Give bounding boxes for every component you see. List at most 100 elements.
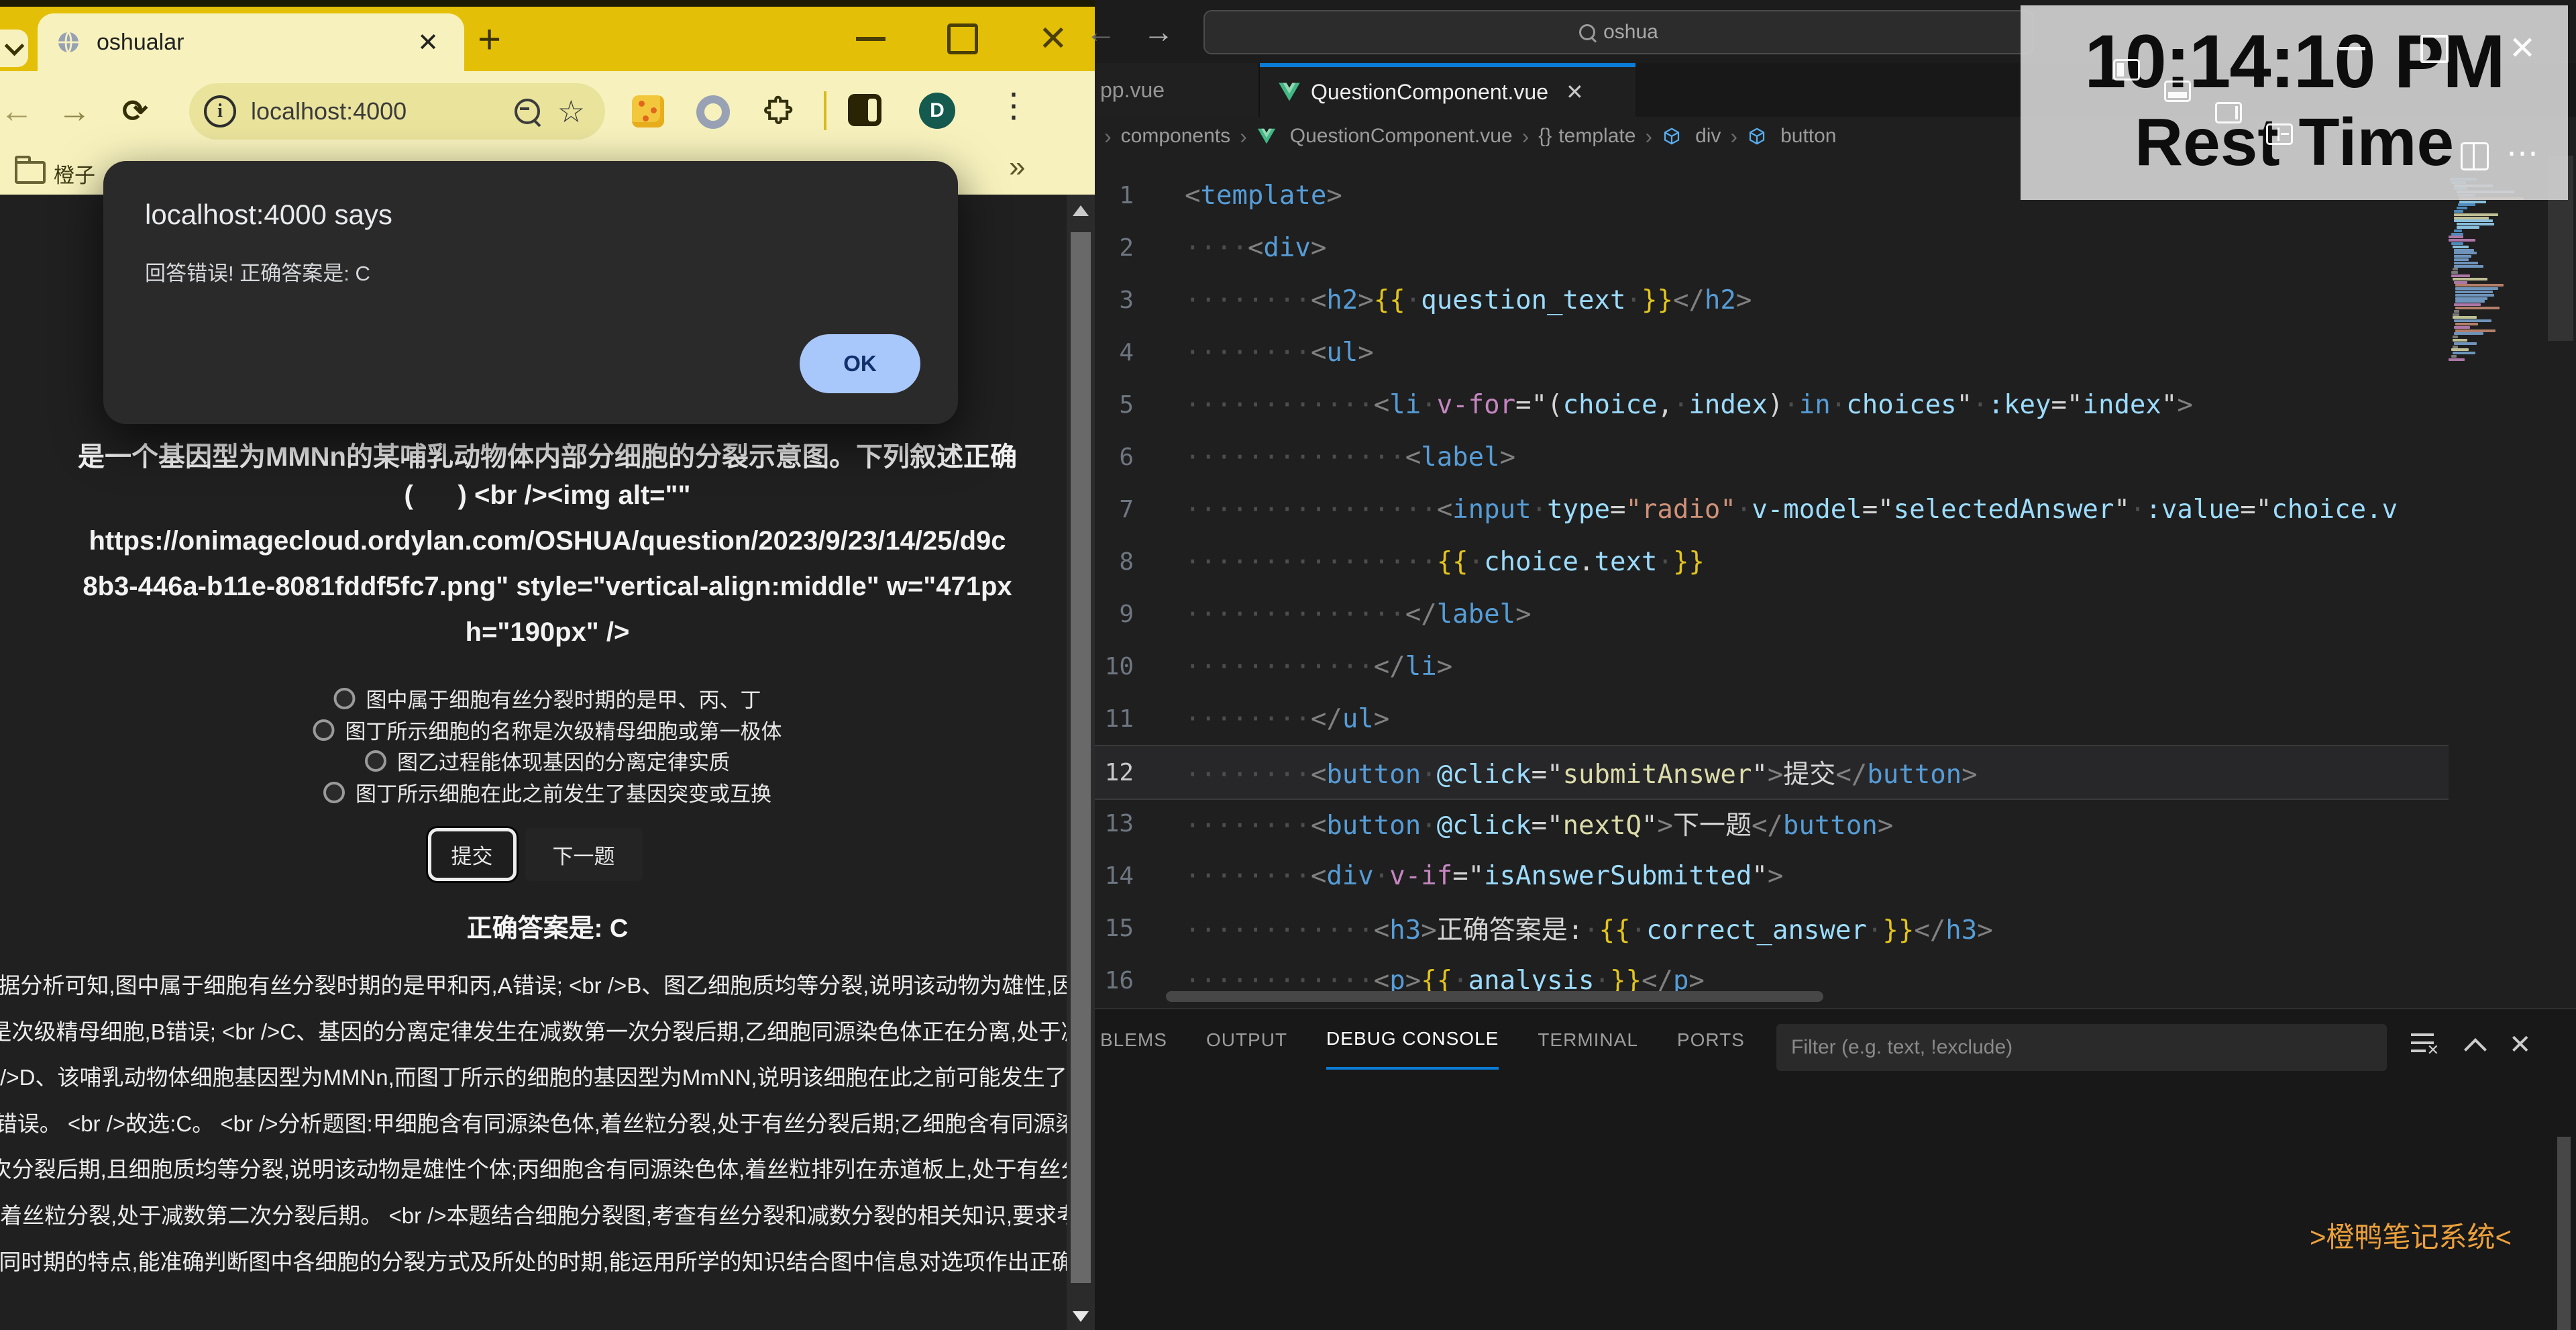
line-number: 2 bbox=[1095, 234, 1134, 262]
dialog-ok-button[interactable]: OK bbox=[800, 334, 920, 393]
filter-input[interactable] bbox=[1776, 1024, 2387, 1071]
maximize-icon bbox=[947, 23, 978, 54]
panel-tab-debug-console[interactable]: DEBUG CONSOLE bbox=[1326, 1011, 1499, 1070]
side-panel-icon[interactable] bbox=[848, 94, 881, 126]
tab-app-vue[interactable]: pp.vue bbox=[1095, 63, 1260, 117]
next-question-button[interactable]: 下一题 bbox=[525, 828, 643, 881]
panel-tab-blems[interactable]: BLEMS bbox=[1100, 1012, 1167, 1068]
chevron-up-icon[interactable] bbox=[2464, 1038, 2487, 1061]
code-line[interactable]: 6··············<label> bbox=[1095, 431, 2544, 483]
command-center-search[interactable]: oshua bbox=[1203, 10, 2034, 54]
scroll-down-icon[interactable] bbox=[1073, 1311, 1089, 1322]
code-line[interactable]: 4········<ul> bbox=[1095, 326, 2544, 378]
new-tab-button[interactable]: + bbox=[478, 16, 501, 62]
split-editor-icon[interactable] bbox=[2461, 142, 2489, 170]
code-line[interactable]: 10············</li> bbox=[1095, 640, 2544, 693]
reload-button[interactable]: ⟳ bbox=[122, 71, 148, 150]
window-close-button[interactable]: ✕ bbox=[1038, 7, 1068, 71]
window-minimize-button[interactable] bbox=[856, 7, 885, 71]
answer-option[interactable]: 图丁所示细胞在此之前发生了基因突变或互换 bbox=[323, 777, 771, 807]
url-text[interactable]: localhost:4000 bbox=[251, 97, 515, 125]
browser-scrollbar[interactable] bbox=[1067, 195, 1095, 1330]
code-line[interactable]: 8················{{·choice.text·}} bbox=[1095, 535, 2544, 588]
tab-search-button[interactable] bbox=[0, 30, 28, 67]
window-maximize-button[interactable] bbox=[947, 7, 978, 71]
tab-close-icon[interactable]: ✕ bbox=[417, 28, 439, 58]
extensions-puzzle-icon[interactable] bbox=[759, 94, 794, 129]
extension-cheese-icon[interactable] bbox=[632, 95, 664, 127]
question-line: h="190px" /> bbox=[466, 617, 630, 648]
bookmarks-overflow-icon[interactable]: » bbox=[1009, 150, 1025, 184]
question-line: https://onimagecloud.ordylan.com/OSHUA/q… bbox=[89, 526, 1006, 556]
panel-scrollbar[interactable] bbox=[2557, 1137, 2571, 1330]
vue-icon bbox=[1256, 126, 1283, 146]
code-line[interactable]: 7················<input·type="radio"·v-m… bbox=[1095, 483, 2544, 535]
code-line[interactable]: 13········<button·@click="nextQ">下一题</bu… bbox=[1095, 797, 2544, 850]
code-line[interactable]: 12········<button·@click="submitAnswer">… bbox=[1095, 745, 2544, 800]
submit-button[interactable]: 提交 bbox=[428, 828, 517, 881]
tab-questioncomponent-vue[interactable]: QuestionComponent.vue ✕ bbox=[1260, 63, 1635, 117]
panel-tab-ports[interactable]: PORTS bbox=[1677, 1012, 1745, 1068]
toggle-sidebar-icon[interactable] bbox=[2113, 59, 2140, 81]
horizontal-scrollbar[interactable] bbox=[1166, 991, 1823, 1002]
scrollbar-thumb[interactable] bbox=[1071, 232, 1091, 1283]
vscode-close-button[interactable]: ✕ bbox=[2509, 30, 2536, 67]
code-line[interactable]: 3········<h2>{{·question_text·}}</h2> bbox=[1095, 274, 2544, 326]
breadcrumb-item[interactable]: components bbox=[1121, 125, 1230, 148]
toggle-secondary-sidebar-icon[interactable] bbox=[2215, 102, 2242, 123]
scroll-up-icon[interactable] bbox=[1073, 205, 1089, 216]
chrome-menu-icon[interactable]: ⋮ bbox=[997, 86, 1030, 125]
address-bar[interactable]: i localhost:4000 ☆ bbox=[189, 83, 605, 140]
toggle-panel-icon[interactable] bbox=[2164, 81, 2191, 102]
customize-layout-icon[interactable] bbox=[2266, 123, 2293, 145]
radio-icon[interactable] bbox=[323, 782, 345, 803]
nav-forward-icon[interactable]: → bbox=[1143, 13, 1174, 50]
editor-scrollbar[interactable] bbox=[2546, 156, 2575, 1008]
answer-option[interactable]: 图丁所示细胞的名称是次级精母细胞或第一极体 bbox=[313, 715, 782, 745]
alert-dialog: localhost:4000 says 回答错误! 正确答案是: C OK bbox=[103, 161, 958, 424]
vscode-minimize-button[interactable] bbox=[2339, 47, 2365, 50]
code-line[interactable]: 15············<h3>正确答案是:·{{·correct_answ… bbox=[1095, 902, 2544, 954]
code-line[interactable]: 9··············</label> bbox=[1095, 588, 2544, 640]
minimap[interactable] bbox=[2449, 156, 2545, 1008]
radio-icon[interactable] bbox=[365, 750, 386, 772]
vscode-maximize-button[interactable] bbox=[2420, 35, 2449, 63]
code-line[interactable]: 2····<div> bbox=[1095, 221, 2544, 274]
panel-tab-output[interactable]: OUTPUT bbox=[1206, 1012, 1287, 1068]
panel-close-icon[interactable]: ✕ bbox=[2509, 1029, 2532, 1060]
chrome-window: oshualar ✕ + ✕ ← → ⟳ i localhost:4000 ☆ … bbox=[0, 0, 1095, 1330]
panel-tab-terminal[interactable]: TERMINAL bbox=[1538, 1012, 1638, 1068]
site-info-icon[interactable]: i bbox=[204, 95, 236, 127]
line-number: 16 bbox=[1095, 967, 1134, 994]
extension-ring-icon[interactable] bbox=[696, 95, 730, 129]
forward-button[interactable]: → bbox=[58, 71, 91, 150]
code-editor[interactable]: 1<template>2····<div>3········<h2>{{·que… bbox=[1095, 156, 2576, 1008]
code-line[interactable]: 11········</ul> bbox=[1095, 693, 2544, 745]
tab-close-icon[interactable]: ✕ bbox=[1566, 79, 1584, 105]
breadcrumb-item[interactable]: {}template bbox=[1538, 125, 1635, 148]
radio-icon[interactable] bbox=[334, 688, 356, 709]
nav-back-icon[interactable]: ← bbox=[1085, 13, 1116, 50]
bookmark-folder-label[interactable]: 橙子 bbox=[54, 158, 95, 189]
profile-avatar[interactable]: D bbox=[919, 93, 955, 129]
editor-more-actions-icon[interactable]: ⋯ bbox=[2506, 134, 2538, 172]
zoom-icon[interactable] bbox=[515, 99, 540, 124]
back-button[interactable]: ← bbox=[0, 71, 34, 150]
browser-tab-oshualar[interactable]: oshualar ✕ bbox=[38, 13, 464, 71]
filter-icon[interactable]: ✕ bbox=[2411, 1033, 2438, 1056]
panel-tabs: BLEMS OUTPUT DEBUG CONSOLE TERMINAL PORTS bbox=[1100, 1009, 1745, 1071]
breadcrumb-item[interactable]: div bbox=[1662, 125, 1721, 148]
bookmark-star-icon[interactable]: ☆ bbox=[557, 93, 585, 130]
breadcrumb-item[interactable]: QuestionComponent.vue bbox=[1256, 125, 1513, 148]
breadcrumb-label: div bbox=[1695, 125, 1721, 148]
line-number: 5 bbox=[1095, 391, 1134, 419]
quiz-buttons: 提交 下一题 bbox=[0, 828, 1071, 881]
dialog-message: 回答错误! 正确答案是: C bbox=[145, 256, 370, 287]
code-line[interactable]: 14········<div·v-if="isAnswerSubmitted"> bbox=[1095, 850, 2544, 902]
answer-option[interactable]: 图乙过程能体现基因的分离定律实质 bbox=[365, 746, 730, 776]
answer-option[interactable]: 图中属于细胞有丝分裂时期的是甲、丙、丁 bbox=[334, 683, 761, 713]
breadcrumb-item[interactable]: button bbox=[1747, 125, 1836, 148]
code-line[interactable]: 5············<li·v-for="(choice,·index)·… bbox=[1095, 378, 2544, 431]
breadcrumb-label: components bbox=[1121, 125, 1230, 148]
radio-icon[interactable] bbox=[313, 719, 335, 741]
